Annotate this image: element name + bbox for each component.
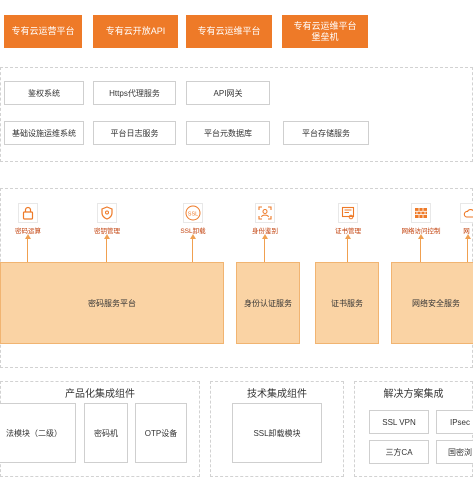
service-https-proxy[interactable]: Https代理服务 bbox=[93, 81, 176, 105]
component-label: OTP设备 bbox=[144, 428, 178, 438]
arrow-line bbox=[420, 239, 421, 263]
solution-ssl-vpn[interactable]: SSL VPN bbox=[369, 410, 429, 434]
arrow-line bbox=[347, 239, 348, 263]
top-box-maint-platform[interactable]: 专有云运维平台 bbox=[186, 15, 272, 48]
component-label: 国密浏 bbox=[448, 447, 472, 457]
arrow-head bbox=[345, 234, 351, 239]
unit-identity-auth[interactable]: 身份认证服务 bbox=[236, 262, 300, 344]
top-box-label: 专有云运维平台 bbox=[197, 26, 261, 36]
service-label: API网关 bbox=[213, 88, 243, 98]
service-platform-storage[interactable]: 平台存储服务 bbox=[283, 121, 369, 145]
arrow-head bbox=[190, 234, 196, 239]
service-label: 平台日志服务 bbox=[110, 128, 159, 138]
id-scan-icon bbox=[255, 203, 275, 223]
service-auth[interactable]: 鉴权系统 bbox=[4, 81, 84, 105]
top-box-label: 专有云运维平台 堡垒机 bbox=[293, 20, 357, 42]
service-label: 基础设施运维系统 bbox=[12, 128, 76, 138]
component-hsm[interactable]: 密码机 bbox=[84, 403, 128, 463]
unit-network-security[interactable]: 网络安全服务 bbox=[391, 262, 473, 344]
arrow-line bbox=[264, 239, 265, 263]
arrow-head bbox=[262, 234, 268, 239]
top-box-label: 专有云开放API bbox=[105, 26, 166, 36]
component-label: 法模块（二级） bbox=[6, 428, 62, 438]
arrow-head bbox=[465, 234, 471, 239]
unit-label: 网络安全服务 bbox=[412, 298, 460, 308]
top-box-bastion[interactable]: 专有云运维平台 堡垒机 bbox=[282, 15, 368, 48]
certificate-icon bbox=[338, 203, 358, 223]
service-label: 平台存储服务 bbox=[302, 128, 350, 138]
arrow-line bbox=[106, 239, 107, 263]
top-box-label: 专有云运营平台 bbox=[11, 26, 75, 36]
arrow-line bbox=[192, 239, 193, 263]
section-title: 产品化集成组件 bbox=[65, 389, 135, 400]
cloud-icon bbox=[460, 203, 473, 223]
unit-label: 证书服务 bbox=[331, 298, 363, 308]
unit-label: 密码服务平台 bbox=[88, 298, 136, 308]
unit-crypto-platform[interactable]: 密码服务平台 bbox=[0, 262, 224, 344]
unit-label: 身份认证服务 bbox=[244, 298, 292, 308]
unit-certificate[interactable]: 证书服务 bbox=[315, 262, 379, 344]
service-platform-log[interactable]: 平台日志服务 bbox=[93, 121, 176, 145]
lock-icon bbox=[18, 203, 38, 223]
arrow-line bbox=[467, 239, 468, 263]
component-label: SSL卸载模块 bbox=[253, 428, 301, 438]
service-metadata-db[interactable]: 平台元数据库 bbox=[186, 121, 270, 145]
component-label: SSL VPN bbox=[382, 417, 416, 427]
shield-key-icon bbox=[97, 203, 117, 223]
service-infra-ops[interactable]: 基础设施运维系统 bbox=[4, 121, 84, 145]
arrow-head bbox=[25, 234, 31, 239]
arrow-head bbox=[104, 234, 110, 239]
solution-third-party-ca[interactable]: 三方CA bbox=[369, 440, 429, 464]
service-label: Https代理服务 bbox=[109, 88, 160, 98]
component-otp[interactable]: OTP设备 bbox=[135, 403, 187, 463]
solution-gm-browser[interactable]: 国密浏 bbox=[436, 440, 473, 464]
service-api-gateway[interactable]: API网关 bbox=[186, 81, 270, 105]
ssl-icon: SSL bbox=[183, 203, 203, 223]
solution-ipsec[interactable]: IPsec bbox=[436, 410, 473, 434]
component-algo-module[interactable]: 法模块（二级） bbox=[0, 403, 76, 463]
component-label: IPsec bbox=[449, 417, 470, 427]
section-title: 解决方案集成 bbox=[383, 389, 444, 400]
service-label: 平台元数据库 bbox=[204, 128, 252, 138]
component-label: 密码机 bbox=[94, 428, 118, 438]
arrow-head bbox=[418, 234, 424, 239]
section-title: 技术集成组件 bbox=[247, 389, 307, 400]
top-box-open-api[interactable]: 专有云开放API bbox=[93, 15, 178, 48]
service-label: 鉴权系统 bbox=[28, 88, 60, 98]
firewall-icon bbox=[411, 203, 431, 223]
arrow-line bbox=[27, 239, 28, 263]
svg-text:SSL: SSL bbox=[188, 212, 198, 218]
top-box-ops-platform[interactable]: 专有云运营平台 bbox=[4, 15, 82, 48]
component-label: 三方CA bbox=[385, 447, 413, 457]
component-ssl-offload[interactable]: SSL卸载模块 bbox=[232, 403, 322, 463]
